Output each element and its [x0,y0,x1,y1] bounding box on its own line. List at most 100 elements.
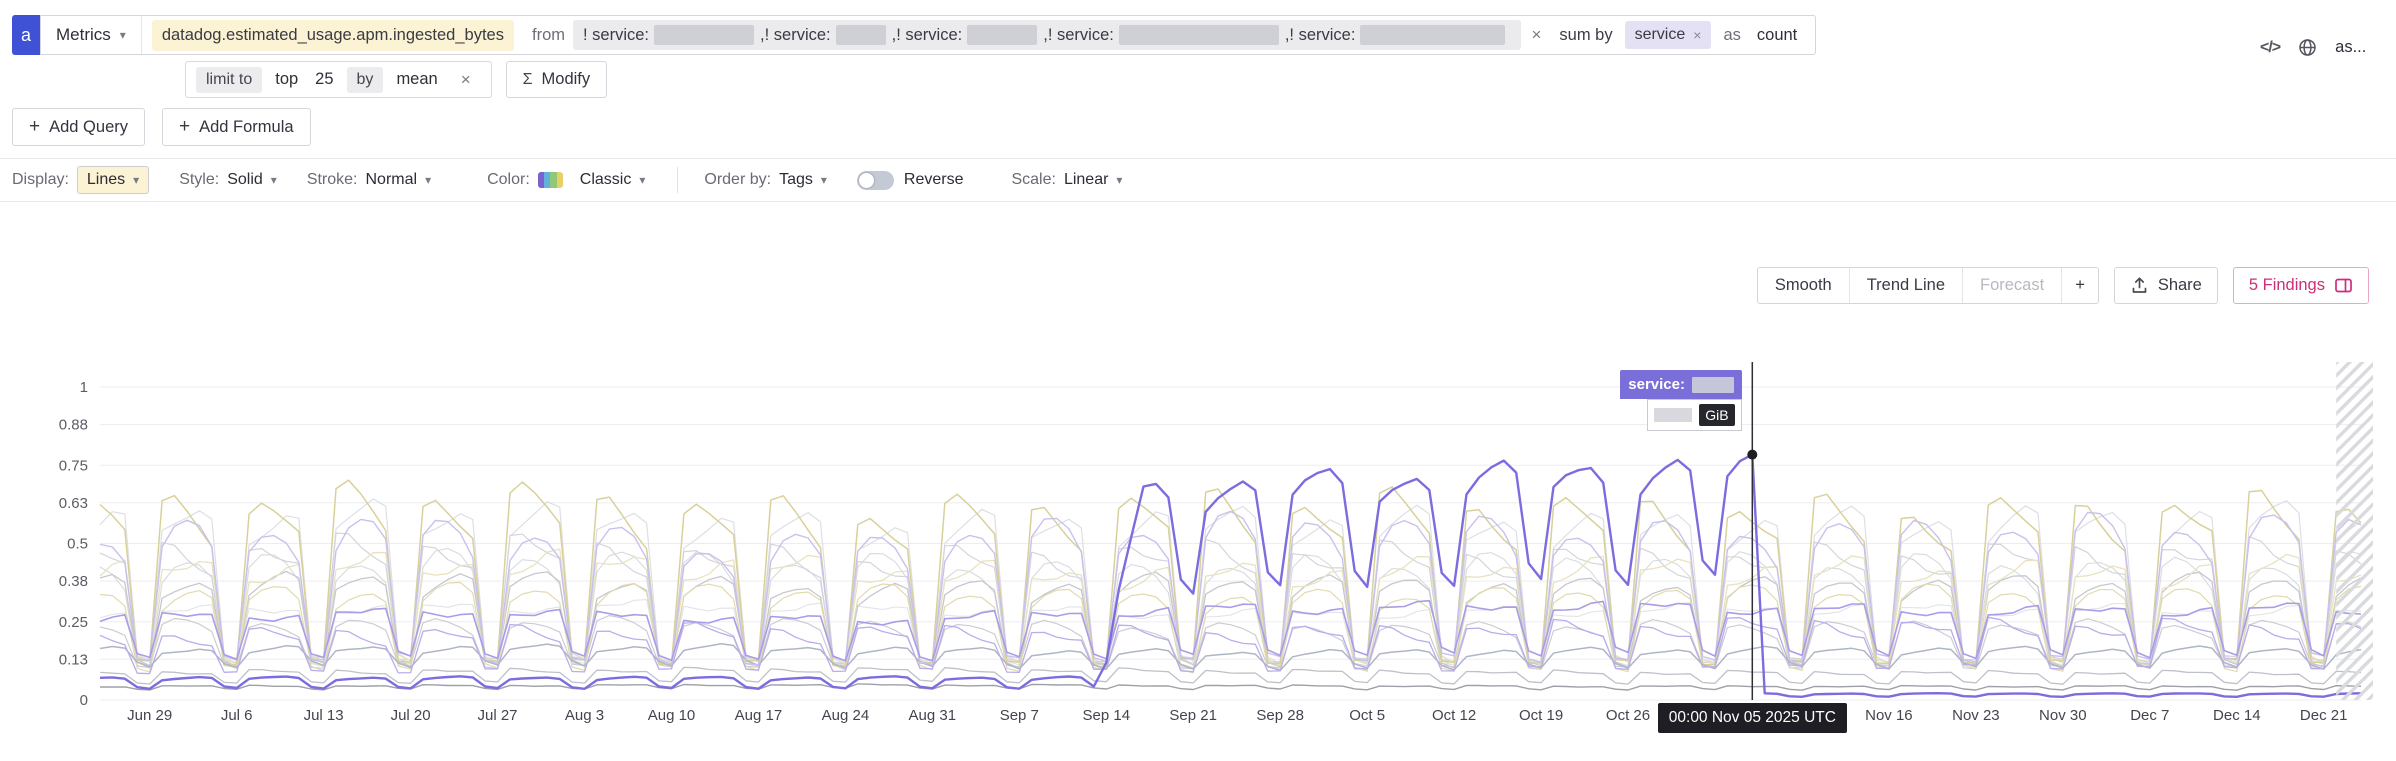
share-label: Share [2157,276,2202,294]
chart-series-service-10 [99,614,2362,671]
stroke-dropdown[interactable]: Normal ▾ [366,171,432,189]
svg-text:0.5: 0.5 [67,536,88,553]
svg-text:0.63: 0.63 [59,495,88,512]
color-label: Color: [487,171,530,188]
chevron-down-icon: ▾ [425,173,432,187]
svg-text:Aug 31: Aug 31 [909,707,957,724]
svg-text:Jul 20: Jul 20 [391,707,431,724]
svg-text:Aug 10: Aug 10 [648,707,696,724]
filter-segment[interactable]: ,! service: [892,25,1044,45]
query-container: Metrics ▾ datadog.estimated_usage.apm.in… [40,15,1817,55]
trend-line-button[interactable]: Trend Line [1848,268,1962,303]
scale-dropdown[interactable]: Linear ▾ [1064,171,1123,189]
reverse-label: Reverse [903,171,964,188]
limit-count-input[interactable]: 25 [311,70,337,89]
metrics-source-dropdown[interactable]: Metrics ▾ [41,16,142,54]
chart-series-service-11 [99,616,2362,675]
stroke-label: Stroke: [306,171,358,188]
future-region-hatch [2336,362,2373,700]
findings-button[interactable]: 5 Findings [2232,267,2369,304]
cursor-dot [1747,449,1758,460]
filter-label: ,! service: [1284,25,1356,44]
chevron-down-icon: ▾ [820,173,827,187]
filter-segment[interactable]: ! service: [583,25,760,45]
metric-name-input[interactable]: datadog.estimated_usage.apm.ingested_byt… [151,19,514,51]
svg-text:0.13: 0.13 [59,651,88,668]
limit-to-pill[interactable]: limit to [196,66,263,93]
clear-filters-icon[interactable]: × [1531,25,1541,45]
add-formula-button[interactable]: + Add Formula [161,108,311,146]
svg-text:Aug 17: Aug 17 [735,707,783,724]
svg-text:0.75: 0.75 [59,457,88,474]
style-dropdown[interactable]: Solid ▾ [227,171,277,189]
order-by-dropdown[interactable]: Tags ▾ [779,171,827,189]
limit-row: limit to top 25 by mean × Σ Modify [185,61,2396,98]
display-options-row: Display: Lines ▾ Style: Solid ▾ Stroke: … [12,159,2396,201]
limit-container: limit to top 25 by mean × [185,61,492,98]
add-query-button[interactable]: + Add Query [12,108,145,146]
svg-text:Dec 14: Dec 14 [2213,707,2261,724]
redacted-value [1360,25,1506,45]
vertical-divider [677,167,679,193]
smooth-button[interactable]: Smooth [1757,268,1849,303]
tooltip-unit-badge: GiB [1699,404,1735,426]
svg-text:Oct 12: Oct 12 [1432,707,1476,724]
chart-series-service-03 [99,510,2362,666]
remove-group-icon[interactable]: × [1693,27,1701,43]
scale-option: Scale: Linear ▾ [1011,171,1122,189]
reverse-toggle[interactable] [856,170,894,190]
chart-series-service-12 [99,599,2362,669]
style-option: Style: Solid ▾ [179,171,277,189]
scale-label: Scale: [1011,171,1056,188]
filter-label: ,! service: [760,25,831,44]
forecast-button[interactable]: Forecast [1962,268,2062,303]
filter-segment[interactable]: ,! service: [1285,25,1512,45]
metrics-explorer: a Metrics ▾ datadog.estimated_usage.apm.… [0,15,2396,761]
query-letter-badge[interactable]: a [12,15,40,55]
limit-top-dropdown[interactable]: top [271,70,302,89]
share-icon [2132,277,2147,293]
cursor-time-tooltip: 00:00 Nov 05 2025 UTC [1657,703,1847,733]
filter-label: ,! service: [891,25,963,44]
svg-text:Jul 27: Jul 27 [477,707,517,724]
findings-label: 5 Findings [2248,276,2325,294]
redacted-value [967,25,1038,45]
filter-segment[interactable]: ,! service: [760,25,892,45]
color-option: Color: Classic ▾ [487,171,645,189]
limit-agg-dropdown[interactable]: mean [392,70,441,89]
stroke-option: Stroke: Normal ▾ [307,171,431,189]
filter-label: ,! service: [1043,25,1114,44]
group-by-service-label: service [1634,26,1686,43]
remove-limit-icon[interactable]: × [461,70,471,90]
chart-series-service-09 [99,643,2362,672]
redacted-value [835,25,886,45]
reverse-option: Reverse [856,170,964,190]
chevron-down-icon: ▾ [133,173,140,187]
modify-button[interactable]: Σ Modify [505,61,608,98]
code-editor-icon[interactable]: </> [2260,39,2281,57]
redacted-value [1654,408,1693,422]
filter-input[interactable]: ! service: ,! service: ,! service: ,! servi… [572,20,1522,50]
color-palette-dropdown[interactable]: Classic ▾ [537,171,645,189]
redacted-value [1118,25,1279,45]
svg-text:Jul 6: Jul 6 [221,707,253,724]
share-button[interactable]: Share [2113,267,2218,304]
limit-by-pill[interactable]: by [346,66,384,93]
add-overlay-button[interactable]: + [2061,268,2098,303]
redacted-value [654,25,755,45]
aggregator-dropdown[interactable]: count [1757,26,1797,45]
add-query-label: Add Query [49,117,128,136]
group-by-service-chip[interactable]: service × [1624,21,1712,49]
display-type-dropdown[interactable]: Lines ▾ [76,166,150,194]
globe-icon[interactable] [2297,37,2318,58]
chevron-down-icon: ▾ [270,173,277,187]
metrics-source-label: Metrics [56,25,111,44]
order-by-option: Order by: Tags ▾ [704,171,827,189]
palette-icon [537,172,563,188]
svg-text:Nov 23: Nov 23 [1952,707,2000,724]
from-label: from [531,25,565,44]
order-by-label: Order by: [704,171,772,188]
series-hover-tooltip: service: GiB [1620,370,1743,431]
filter-segment[interactable]: ,! service: [1043,25,1285,45]
chevron-down-icon: ▾ [1116,173,1123,187]
